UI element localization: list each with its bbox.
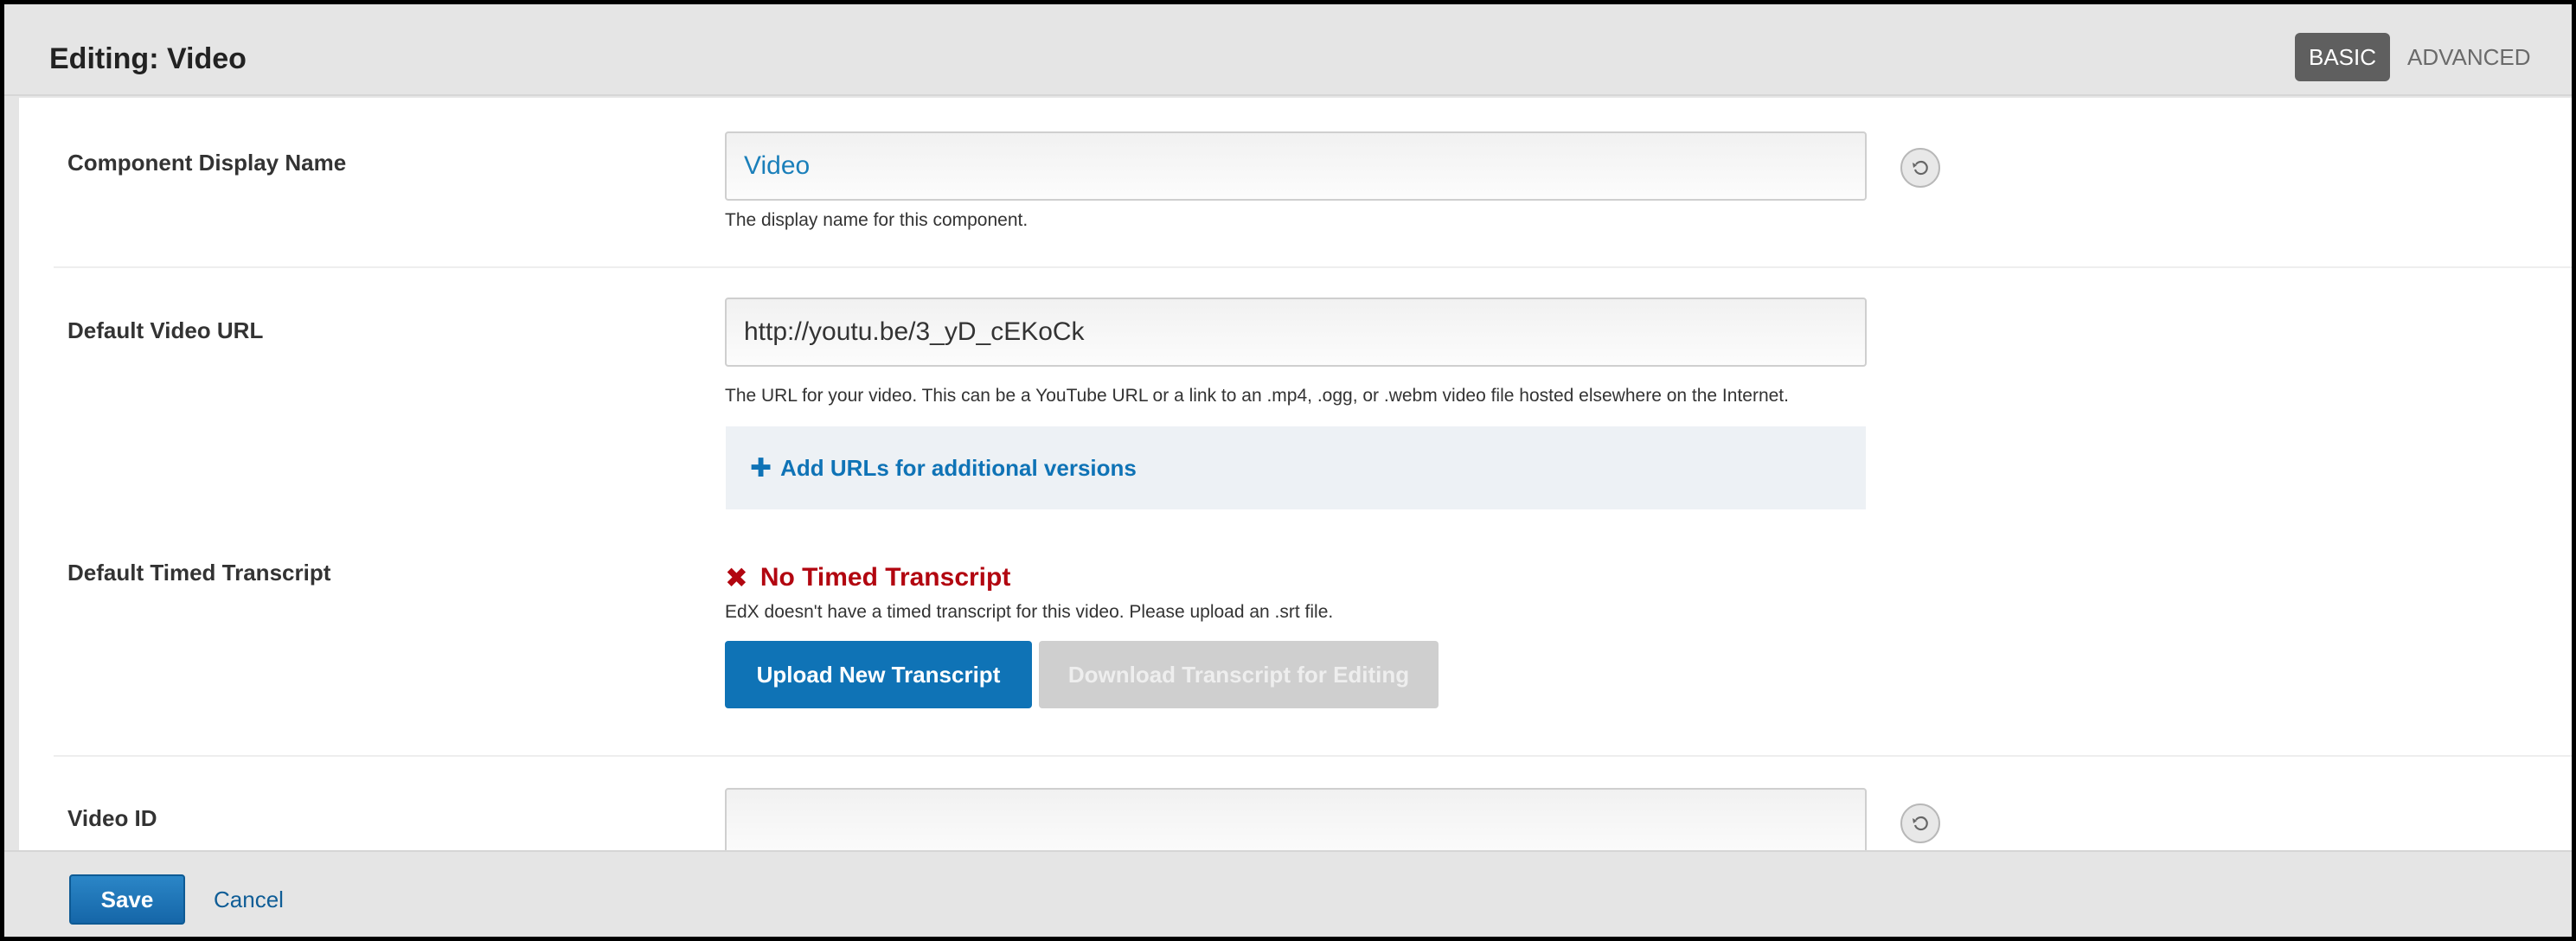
transcript-help: EdX doesn't have a timed transcript for …: [725, 602, 1334, 622]
upload-transcript-button[interactable]: Upload New Transcript: [725, 641, 1032, 708]
display-name-revert-button[interactable]: [1900, 148, 1940, 188]
revert-icon: [1913, 160, 1928, 176]
display-name-input[interactable]: Video: [725, 131, 1867, 201]
divider: [54, 755, 2572, 757]
video-id-revert-button[interactable]: [1900, 803, 1940, 843]
modal-title: Editing: Video: [49, 42, 247, 75]
settings-content: Component Display Name Video The display…: [19, 98, 2572, 850]
modal-header: Editing: Video BASIC ADVANCED: [4, 4, 2572, 96]
video-url-help: The URL for your video. This can be a Yo…: [725, 386, 1789, 406]
plus-icon: ✚: [750, 453, 772, 483]
video-url-input[interactable]: http://youtu.be/3_yD_cEKoCk: [725, 298, 1867, 367]
error-x-icon: ✖: [725, 562, 748, 593]
add-urls-link[interactable]: ✚ Add URLs for additional versions: [726, 426, 1866, 509]
cancel-button[interactable]: Cancel: [214, 874, 284, 925]
video-id-input[interactable]: [725, 788, 1867, 850]
modal-footer: Save Cancel: [4, 850, 2572, 937]
editor-modal: Editing: Video BASIC ADVANCED Component …: [4, 4, 2572, 937]
save-button[interactable]: Save: [69, 874, 185, 925]
basic-mode-button[interactable]: BASIC: [2295, 33, 2390, 81]
download-transcript-button[interactable]: Download Transcript for Editing: [1039, 641, 1439, 708]
video-id-label: Video ID: [67, 805, 157, 831]
add-urls-label: Add URLs for additional versions: [780, 454, 1137, 481]
divider: [54, 266, 2572, 268]
advanced-mode-button[interactable]: ADVANCED: [2407, 33, 2531, 81]
transcript-label: Default Timed Transcript: [67, 560, 331, 586]
display-name-help: The display name for this component.: [725, 210, 1028, 230]
video-url-label: Default Video URL: [67, 317, 264, 343]
revert-icon: [1913, 816, 1928, 831]
transcript-status: ✖ No Timed Transcript: [725, 561, 1010, 594]
transcript-status-text: No Timed Transcript: [759, 563, 1011, 592]
display-name-label: Component Display Name: [67, 150, 347, 176]
